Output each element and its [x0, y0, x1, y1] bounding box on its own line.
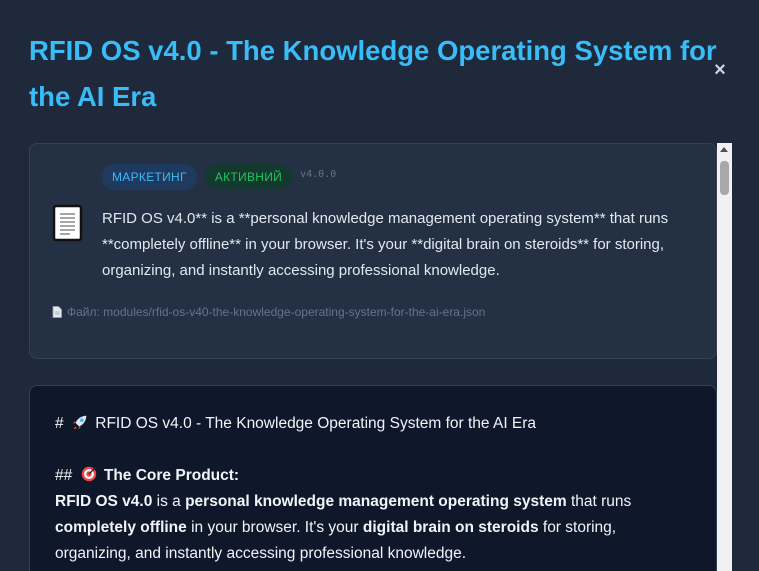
heading-text: The Core Product:: [103, 467, 240, 484]
status-badge: АКТИВНИЙ: [204, 164, 293, 190]
target-icon: [81, 466, 97, 482]
text-span: is a: [152, 493, 186, 510]
file-path-text: Файл: modules/rfid-os-v40-the-knowledge-…: [67, 305, 486, 319]
bold-text: personal knowledge management operating …: [185, 493, 567, 510]
content-heading-1: # RFID OS v4.0 - The Knowledge Operating…: [55, 411, 691, 437]
bold-text: completely offline: [55, 519, 187, 536]
modal-title: RFID OS v4.0 - The Knowledge Operating S…: [29, 35, 717, 112]
heading-marker: #: [55, 415, 64, 432]
close-icon[interactable]: ×: [714, 59, 726, 81]
content-heading-2: ## The Core Product:: [55, 463, 691, 489]
rocket-icon: [72, 415, 87, 430]
text-span: that runs: [566, 493, 632, 510]
document-icon: [52, 204, 83, 242]
content-paragraph: RFID OS v4.0 is a personal knowledge man…: [55, 489, 691, 567]
modal-body: МАРКЕТИНГ АКТИВНИЙ v4.0.0 RFID OS v4.0**…: [29, 143, 732, 571]
badge-row: МАРКЕТИНГ АКТИВНИЙ v4.0.0: [102, 164, 336, 190]
vertical-scrollbar[interactable]: [717, 143, 732, 571]
close-button[interactable]: ×: [710, 58, 730, 82]
scroll-up-arrow-icon[interactable]: [720, 147, 728, 152]
file-path: Файл: modules/rfid-os-v40-the-knowledge-…: [52, 305, 485, 319]
module-summary: RFID OS v4.0** is a **personal knowledge…: [102, 210, 669, 279]
version-label: v4.0.0: [300, 168, 337, 180]
bold-text: RFID OS v4.0: [55, 493, 153, 510]
heading-marker: ##: [55, 467, 73, 484]
scrollbar-thumb[interactable]: [720, 161, 729, 195]
bold-text: digital brain on steroids: [362, 519, 539, 536]
markdown-content: # RFID OS v4.0 - The Knowledge Operating…: [29, 385, 717, 571]
module-card: МАРКЕТИНГ АКТИВНИЙ v4.0.0 RFID OS v4.0**…: [29, 143, 717, 359]
heading-text: RFID OS v4.0 - The Knowledge Operating S…: [95, 415, 537, 432]
text-span: in your browser. It's your: [186, 519, 363, 536]
file-icon: [52, 306, 62, 318]
category-badge: МАРКЕТИНГ: [102, 164, 197, 190]
